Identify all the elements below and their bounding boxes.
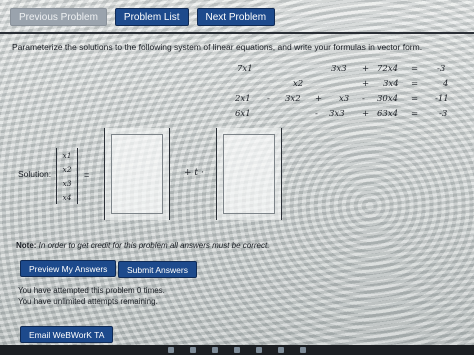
equation-row: 2x1 - 3x2 + x3 - 30x4 = -11 (225, 94, 470, 108)
operator: + (362, 64, 370, 74)
term: x3 (339, 94, 350, 104)
equation-row: 6x1 - 3x3 + 63x4 = -3 (225, 109, 470, 123)
taskbar-app-icon[interactable] (168, 347, 174, 353)
term: 3x4 (383, 79, 399, 89)
equation-row: x2 + 3x4 = 4 (225, 79, 470, 93)
plus-t-label: + t · (184, 168, 204, 178)
operator: - (267, 94, 270, 104)
term: 30x4 (377, 94, 399, 104)
equals: = (411, 64, 419, 74)
problem-nav: Previous Problem Problem List Next Probl… (10, 8, 276, 26)
taskbar-app-icon[interactable] (256, 347, 262, 353)
preview-answers-button[interactable]: Preview My Answers (20, 260, 117, 277)
operator: + (315, 94, 323, 104)
taskbar-app-icon[interactable] (190, 347, 196, 353)
direction-vector-input[interactable] (223, 134, 275, 214)
term: 6x1 (235, 109, 251, 119)
credit-note: Note: In order to get credit for this pr… (16, 241, 269, 250)
divider (0, 32, 474, 34)
direction-vector-box (216, 128, 282, 220)
previous-problem-button[interactable]: Previous Problem (10, 8, 107, 26)
taskbar-app-icon[interactable] (300, 347, 306, 353)
equation-row: 7x1 3x3 + 72x4 = -3 (225, 64, 470, 78)
note-text: In order to get credit for this problem … (36, 241, 270, 250)
attempts-text: You have attempted this problem 0 times. (18, 286, 165, 295)
term: 3x2 (285, 94, 301, 104)
operator: - (362, 94, 365, 104)
particular-vector-input[interactable] (111, 134, 163, 214)
taskbar (0, 345, 474, 355)
term: 7x1 (237, 64, 253, 74)
term: 72x4 (377, 64, 399, 74)
term: 63x4 (377, 109, 399, 119)
equals: = (411, 109, 419, 119)
rhs: -3 (439, 109, 448, 119)
rhs: -3 (437, 64, 446, 74)
email-ta-button[interactable]: Email WeBWorK TA (20, 326, 114, 343)
rhs: -11 (435, 94, 449, 104)
submit-answers-button[interactable]: Submit Answers (118, 261, 197, 278)
equals-sign: = (84, 170, 90, 180)
variable: x1 (62, 150, 72, 160)
variable: x3 (62, 178, 72, 188)
remaining-attempts-text: You have unlimited attempts remaining. (18, 297, 158, 306)
problem-prompt: Parameterize the solutions to the follow… (12, 42, 423, 52)
particular-vector-box (104, 128, 170, 220)
equals: = (411, 79, 419, 89)
variable: x4 (62, 192, 72, 202)
rhs: 4 (443, 79, 449, 89)
operator: + (362, 79, 370, 89)
problem-list-button[interactable]: Problem List (114, 8, 189, 26)
variable-vector: x1 x2 x3 x4 (56, 148, 78, 204)
solution-label: Solution: (18, 169, 52, 179)
operator: - (315, 109, 318, 119)
equation-system: 7x1 3x3 + 72x4 = -3 x2 + 3x4 = 4 2x1 - 3… (225, 62, 470, 124)
taskbar-app-icon[interactable] (212, 347, 218, 353)
variable: x2 (62, 164, 72, 174)
taskbar-app-icon[interactable] (234, 347, 240, 353)
term: 2x1 (235, 94, 251, 104)
next-problem-button[interactable]: Next Problem (196, 8, 276, 26)
term: x2 (293, 79, 304, 89)
operator: + (362, 109, 370, 119)
note-bold: Note: (16, 241, 37, 250)
taskbar-app-icon[interactable] (278, 347, 284, 353)
equals: = (411, 94, 419, 104)
term: 3x3 (329, 109, 345, 119)
term: 3x3 (331, 64, 347, 74)
